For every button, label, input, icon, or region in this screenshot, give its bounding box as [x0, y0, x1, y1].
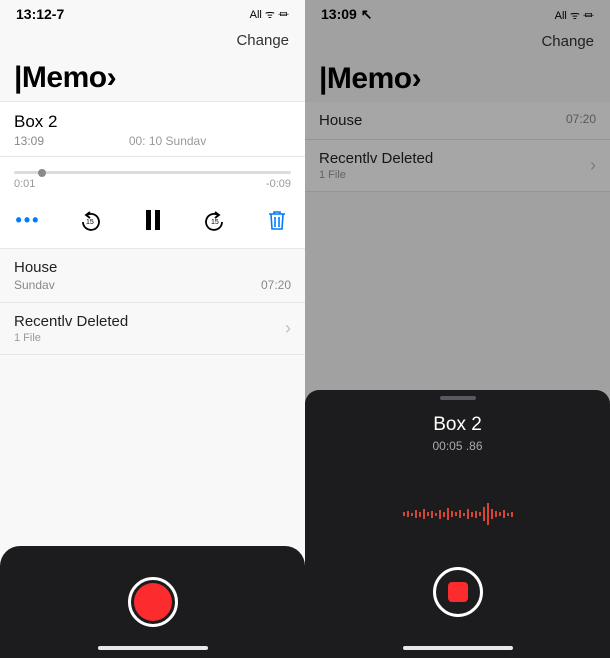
record-button[interactable]	[128, 577, 178, 627]
rewind-15-icon[interactable]: 15	[76, 206, 104, 234]
page-title: |Memo›	[0, 55, 305, 101]
waveform	[305, 489, 610, 539]
memo-item-expanded[interactable]: Box 2 13:09 00: 10 Sundav	[0, 101, 305, 157]
memo-item-name: House	[14, 259, 291, 276]
status-time: 13:12-7	[16, 6, 64, 22]
memo-time: 13:09	[14, 134, 44, 148]
memo-item[interactable]: House Sundav 07:20	[0, 249, 305, 303]
record-panel	[0, 546, 305, 658]
recording-title: Box 2	[433, 414, 482, 436]
slider-start: 0:01	[14, 178, 35, 190]
status-bar: 13:12-7 All ᯤ ⏛	[0, 0, 305, 26]
slider-thumb[interactable]	[38, 169, 46, 177]
recording-timer: 00:05 .86	[432, 439, 482, 453]
status-indicators: All ᯤ ⏛	[250, 6, 289, 22]
recently-deleted-folder[interactable]: Recentlv Deleted 1 File ›	[0, 303, 305, 355]
pause-icon[interactable]	[139, 206, 167, 234]
slider-end: -0:09	[266, 178, 291, 190]
sheet-grabber[interactable]	[440, 396, 476, 400]
forward-15-icon[interactable]: 15	[201, 206, 229, 234]
folder-name: Recentlv Deleted	[14, 313, 128, 330]
memo-item-date: Sundav	[14, 278, 55, 292]
delete-icon[interactable]	[263, 206, 291, 234]
memo-name: Box 2	[14, 112, 291, 132]
change-button[interactable]: Change	[236, 32, 289, 49]
stop-icon	[448, 582, 468, 602]
memo-center-label: 00: 10 Sundav	[129, 134, 206, 148]
record-icon	[134, 583, 172, 621]
recording-sheet: Box 2 00:05 .86	[305, 390, 610, 658]
folder-sub: 1 File	[14, 332, 128, 344]
svg-text:15: 15	[211, 219, 219, 226]
home-indicator[interactable]	[403, 646, 513, 650]
home-indicator[interactable]	[98, 646, 208, 650]
more-icon[interactable]: •••	[14, 206, 42, 234]
memo-item-duration: 07:20	[261, 278, 291, 292]
stop-record-button[interactable]	[433, 567, 483, 617]
playback-slider[interactable]	[14, 171, 291, 174]
chevron-right-icon: ›	[285, 318, 291, 339]
svg-text:15: 15	[86, 219, 94, 226]
